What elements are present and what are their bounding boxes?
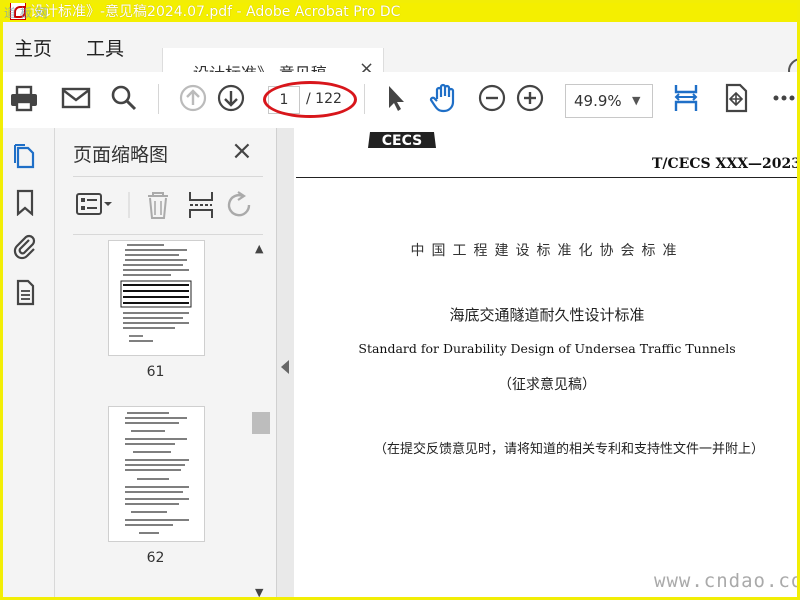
- thumbnail-label: 62: [146, 550, 165, 566]
- prev-page-icon[interactable]: [177, 82, 209, 114]
- thumbnail-options-icon[interactable]: [76, 193, 112, 215]
- menu-bar: 主页 工具 设计标准》-意见稿... × ?: [0, 22, 800, 94]
- window-title: 设计标准》-意见稿2024.07.pdf - Adobe Acrobat Pro…: [30, 4, 401, 20]
- zoom-in-icon[interactable]: [514, 82, 546, 114]
- search-icon[interactable]: [108, 82, 140, 114]
- hand-icon[interactable]: [428, 82, 460, 114]
- thumbnail-label: 61: [146, 364, 165, 380]
- organization-title: 中国工程建设标准化协会标准: [410, 243, 684, 259]
- left-navigation-rail: [0, 128, 55, 600]
- document-title-en: Standard for Durability Design of Unders…: [358, 341, 736, 356]
- document-title-zh: 海底交通隧道耐久性设计标准: [449, 306, 645, 324]
- title-bar: 设计标准》-意见稿2024.07.pdf - Adobe Acrobat Pro…: [0, 0, 800, 22]
- top-watermark: 道 板 网: [4, 6, 48, 20]
- menu-home[interactable]: 主页: [14, 34, 52, 61]
- print-icon[interactable]: [8, 82, 40, 114]
- toolbar: 1 / 122 49.9% ▼: [0, 72, 800, 129]
- annotation-red-oval: [263, 81, 357, 118]
- document-view[interactable]: CECS T/CECS XXX—2023 中国工程建设标准化协会标准 海底交通隧…: [294, 128, 800, 600]
- page-thumbnail-61[interactable]: [108, 240, 205, 356]
- header-rule: [296, 177, 800, 178]
- site-watermark: www.cndao.com: [654, 570, 800, 592]
- page-thumbnails-panel: 页面缩略图 × 61 62 ▲ ▼: [55, 128, 276, 600]
- delete-page-icon[interactable]: [148, 192, 168, 219]
- toolbar-separator: [364, 84, 365, 114]
- feedback-note: （在提交反馈意见时，请将知道的相关专利和支持性文件一并附上）: [374, 442, 765, 457]
- panel-divider: [73, 234, 263, 235]
- chevron-down-icon: ▼: [632, 94, 641, 107]
- next-page-icon[interactable]: [215, 82, 247, 114]
- page-thumbnail-62[interactable]: [108, 406, 205, 542]
- rotate-page-icon[interactable]: [227, 191, 251, 217]
- attachment-icon[interactable]: [12, 232, 38, 260]
- toolbar-separator: [158, 84, 159, 114]
- panel-title: 页面缩略图: [73, 144, 169, 166]
- scrollbar-thumb[interactable]: [252, 412, 270, 434]
- bookmark-icon[interactable]: [12, 188, 38, 217]
- panel-collapse-handle[interactable]: [276, 128, 295, 600]
- scroll-down-icon[interactable]: ▼: [255, 586, 263, 599]
- standard-code: T/CECS XXX—2023: [652, 156, 800, 172]
- zoom-out-icon[interactable]: [476, 82, 508, 114]
- zoom-select[interactable]: 49.9% ▼: [565, 84, 653, 118]
- panel-divider: [73, 176, 263, 177]
- thumbnail-toolbar: [73, 186, 263, 224]
- page-thumbnails-icon[interactable]: [12, 142, 38, 170]
- panel-close-button[interactable]: ×: [231, 138, 253, 164]
- zoom-value: 49.9%: [574, 92, 622, 110]
- scroll-mode-icon[interactable]: [720, 82, 752, 114]
- document-properties-icon[interactable]: [12, 278, 38, 306]
- svg-text:CECS: CECS: [382, 133, 422, 149]
- cecs-logo: CECS: [366, 128, 438, 152]
- scroll-up-icon[interactable]: ▲: [255, 242, 263, 255]
- menu-tools[interactable]: 工具: [86, 34, 124, 61]
- fit-page-icon[interactable]: [670, 82, 702, 114]
- thumbnail-scrollbar[interactable]: ▲ ▼: [252, 240, 270, 600]
- insert-page-icon[interactable]: [189, 192, 213, 218]
- draft-label: （征求意见稿）: [498, 377, 596, 393]
- collapse-arrow-icon: [281, 360, 289, 374]
- email-icon[interactable]: [60, 82, 92, 114]
- select-arrow-icon[interactable]: [380, 82, 412, 114]
- more-icon[interactable]: [768, 82, 800, 114]
